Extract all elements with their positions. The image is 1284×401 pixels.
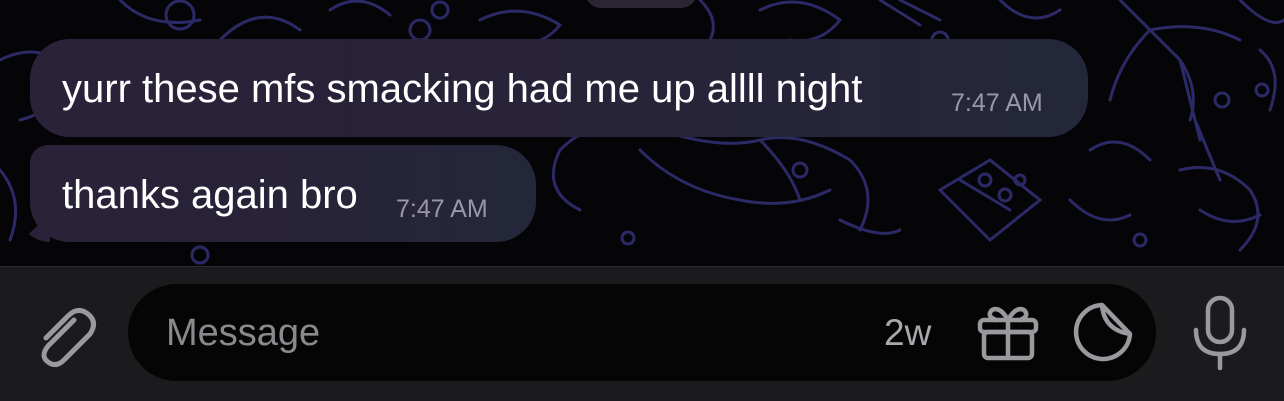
message-timestamp: 7:47 AM — [396, 195, 488, 223]
gift-icon — [977, 306, 1039, 361]
attach-button[interactable] — [30, 300, 100, 370]
message-timestamp: 7:47 AM — [951, 89, 1043, 117]
paperclip-icon — [41, 308, 96, 368]
message-input-placeholder[interactable]: Message — [166, 312, 320, 355]
chat-area: yurr these mfs smacking had me up allll … — [0, 0, 1284, 266]
message-bubble[interactable]: yurr these mfs smacking had me up allll … — [30, 39, 1088, 137]
sticker-button[interactable] — [1072, 300, 1136, 364]
message-text: yurr these mfs smacking had me up allll … — [62, 67, 863, 111]
gift-button[interactable] — [974, 300, 1042, 364]
microphone-button[interactable] — [1188, 294, 1252, 372]
self-destruct-timer[interactable]: 2w — [884, 312, 931, 354]
message-text: thanks again bro — [62, 173, 358, 217]
previous-message-bubble-edge — [585, 0, 697, 8]
sticker-icon — [1073, 302, 1133, 362]
message-bubble[interactable]: thanks again bro 7:47 AM — [20, 145, 536, 242]
microphone-icon — [1193, 295, 1247, 371]
